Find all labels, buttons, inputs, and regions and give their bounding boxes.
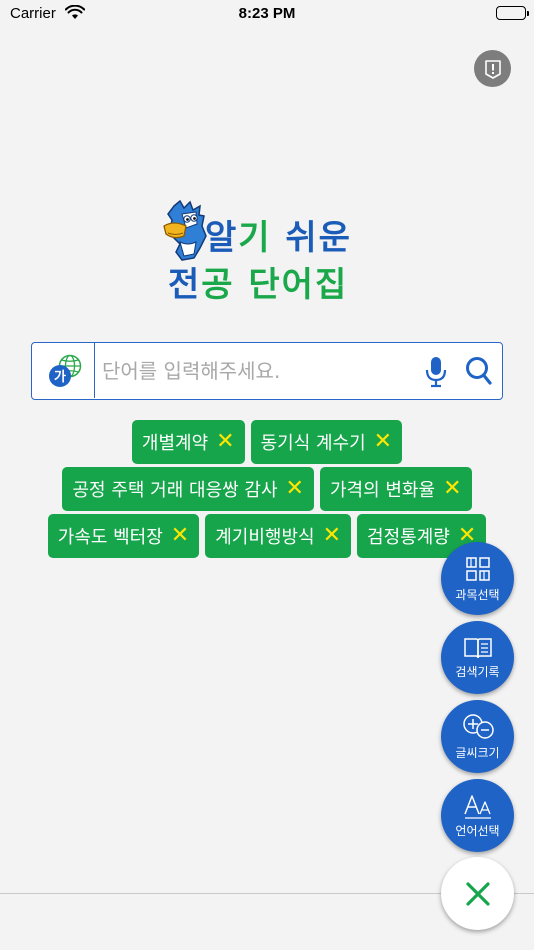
remove-tag-icon[interactable]: ✕ <box>171 525 189 547</box>
clock: 8:23 PM <box>238 5 296 22</box>
language-toggle-button[interactable]: 가 <box>32 343 95 398</box>
search-icon <box>466 357 492 385</box>
text-size-icon <box>463 794 491 819</box>
tag-label: 가속도 벡터장 <box>57 527 163 548</box>
search-history-label: 검색기록 <box>455 664 500 679</box>
recent-search-tags: 개별계약 ✕ 동기식 계수기 ✕ 공정 주택 거래 대응쌍 감사 ✕ 가격의 변화율 ✕… <box>28 420 506 558</box>
tag-label: 가격의 변화율 <box>329 480 436 501</box>
language-select-button[interactable]: 언어선택 <box>441 779 514 852</box>
remove-tag-icon[interactable]: ✕ <box>286 478 304 500</box>
font-size-label: 글씨크기 <box>455 745 500 760</box>
report-icon <box>484 59 501 79</box>
status-bar: Carrier 8:23 PM <box>0 0 534 30</box>
battery-icon <box>496 6 529 20</box>
font-size-button[interactable]: 글씨크기 <box>441 700 514 773</box>
close-menu-button[interactable] <box>441 857 514 930</box>
language-select-label: 언어선택 <box>455 823 500 838</box>
open-book-icon <box>463 637 492 658</box>
grid-icon <box>465 556 490 581</box>
report-button[interactable] <box>474 50 511 87</box>
remove-tag-icon[interactable]: ✕ <box>216 431 234 453</box>
subject-select-button[interactable]: 과목선택 <box>441 542 514 615</box>
tag-chip[interactable]: 계기비행방식 ✕ <box>205 514 352 558</box>
search-button[interactable] <box>465 356 493 390</box>
tag-label: 공정 주택 거래 대응쌍 감사 <box>72 480 278 501</box>
app-logo: 알기 쉬운 전공 단어집 <box>160 200 390 312</box>
remove-tag-icon[interactable]: ✕ <box>443 478 461 500</box>
logo-line-2: 전공 단어집 <box>168 265 349 305</box>
tag-label: 계기비행방식 <box>215 527 315 548</box>
tag-label: 개별계약 <box>141 433 209 454</box>
microphone-icon <box>425 357 447 388</box>
subject-select-label: 과목선택 <box>455 587 500 602</box>
logo-line-1: 알기 쉬운 <box>205 218 352 258</box>
language-label: 가 <box>54 370 66 385</box>
language-globe-icon: 가 <box>49 354 82 387</box>
tag-label: 동기식 계수기 <box>260 433 366 454</box>
search-input[interactable] <box>102 353 412 389</box>
close-icon <box>465 881 490 906</box>
search-history-button[interactable]: 검색기록 <box>441 621 514 694</box>
tag-chip[interactable]: 공정 주택 거래 대응쌍 감사 ✕ <box>62 467 314 511</box>
tag-chip[interactable]: 동기식 계수기 ✕ <box>250 420 403 464</box>
zoom-in-out-icon <box>462 713 494 739</box>
tag-label: 검정통계량 <box>367 527 450 548</box>
tag-chip[interactable]: 가속도 벡터장 ✕ <box>47 514 200 558</box>
remove-tag-icon[interactable]: ✕ <box>323 525 341 547</box>
remove-tag-icon[interactable]: ✕ <box>374 431 392 453</box>
voice-search-button[interactable] <box>424 356 448 392</box>
tag-chip[interactable]: 가격의 변화율 ✕ <box>319 467 472 511</box>
tag-chip[interactable]: 개별계약 ✕ <box>131 420 245 464</box>
search-bar: 가 <box>31 342 503 400</box>
